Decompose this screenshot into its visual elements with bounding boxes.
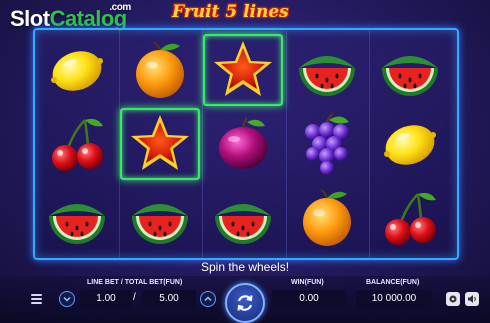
star-icon	[214, 41, 273, 96]
lemon-icon	[51, 51, 103, 91]
symbol-plum	[203, 108, 283, 180]
autoplay-icon[interactable]	[446, 292, 460, 306]
symbol-watermelon	[287, 34, 367, 106]
bet-label: LINE BET / TOTAL BET(FUN)	[87, 279, 183, 286]
total-bet-value: 5.00	[142, 290, 196, 307]
symbol-cherry	[370, 182, 450, 254]
decrease-bet-button[interactable]	[59, 291, 75, 307]
symbol-cherry	[37, 108, 117, 180]
symbol-grapes	[287, 108, 367, 180]
spin-arrows-icon	[237, 295, 253, 311]
symbol-watermelon	[120, 182, 200, 254]
sound-icon[interactable]	[465, 292, 479, 306]
symbol-star	[120, 108, 201, 180]
symbol-lemon	[37, 34, 117, 106]
star-icon	[131, 115, 190, 170]
balance-value: 10 000.00	[356, 290, 432, 307]
game-title-logo: Fruit 5 lines	[172, 2, 289, 22]
chevron-down-icon	[63, 296, 71, 302]
win-label: WIN(FUN)	[291, 279, 324, 286]
chevron-up-icon	[204, 296, 212, 302]
logo-com-text: .com	[109, 2, 131, 13]
win-value: 0.00	[272, 290, 346, 307]
reel-grid	[33, 28, 459, 260]
lemon-icon	[383, 125, 436, 165]
symbol-star	[203, 34, 284, 106]
status-message: Spin the wheels!	[200, 260, 290, 274]
watermelon-icon	[215, 204, 272, 244]
increase-bet-button[interactable]	[200, 291, 216, 307]
menu-icon[interactable]	[31, 294, 42, 306]
symbol-orange	[287, 182, 367, 254]
symbol-watermelon	[203, 182, 283, 254]
symbol-watermelon	[370, 34, 450, 106]
bet-separator: /	[133, 292, 136, 303]
symbol-lemon	[370, 108, 450, 180]
orange-icon	[302, 189, 351, 246]
symbol-watermelon	[37, 182, 117, 254]
grapes-icon	[304, 113, 349, 175]
watermelon-icon	[132, 204, 189, 244]
watermelon-icon	[381, 56, 438, 96]
balance-label: BALANCE(FUN)	[366, 279, 420, 286]
line-bet-value: 1.00	[80, 290, 132, 307]
watermelon-icon	[298, 56, 355, 96]
orange-icon	[136, 41, 185, 98]
plum-icon	[219, 117, 268, 169]
cherry-icon	[384, 192, 436, 245]
spin-button[interactable]	[225, 283, 265, 323]
watermelon-icon	[49, 204, 105, 244]
cherry-icon	[52, 118, 103, 171]
symbol-orange	[120, 34, 200, 106]
